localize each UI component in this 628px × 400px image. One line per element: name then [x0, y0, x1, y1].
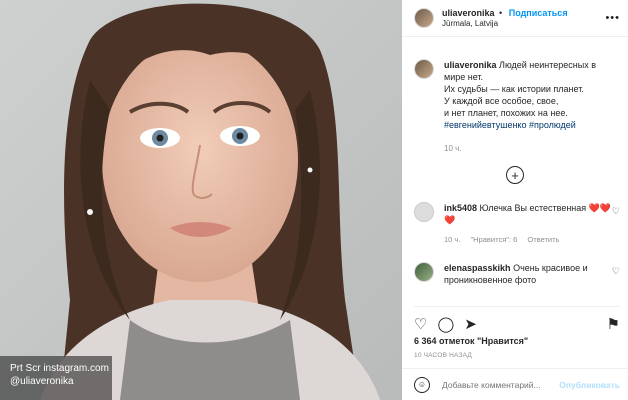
reply-button[interactable]: Ответить: [527, 235, 559, 244]
caption-line4: и нет планет, похожих на нее.: [444, 108, 568, 118]
more-horizontal-icon[interactable]: •••: [605, 12, 620, 24]
instagram-post-view: Prt Scr instagram.com @uliaveronika ulia…: [0, 0, 628, 400]
caption-time: 10 ч.: [444, 144, 462, 153]
caption-hashtags[interactable]: #евгенийевтушенко #пролюдей: [444, 120, 576, 130]
post-side-panel: uliaveronika • Подписаться Jūrmala, Latv…: [402, 0, 628, 400]
comment-bubble-icon[interactable]: ◯: [437, 317, 454, 332]
caption-line3: У каждой все особое, свое,: [444, 96, 559, 106]
photo-credit-line1: Prt Scr instagram.com: [10, 363, 109, 374]
post-location[interactable]: Jūrmala, Latvija: [442, 19, 605, 28]
comment-likes[interactable]: "Нравится": 6: [471, 235, 518, 244]
comment-username[interactable]: elenaspasskikh: [444, 263, 511, 273]
photo-credit-line2: @uliaveronika: [10, 376, 74, 387]
caption-avatar[interactable]: [414, 59, 434, 79]
plus-circle-icon[interactable]: +: [506, 166, 524, 184]
comment-body: ink5408 Юлечка Вы естественная ❤️❤️❤️ 10…: [444, 202, 612, 246]
comment-time: 10 ч.: [444, 235, 461, 244]
like-heart-icon[interactable]: ♡: [414, 317, 427, 332]
comment-body: elenaspasskikh Очень красивое и проникно…: [444, 262, 612, 286]
bookmark-icon[interactable]: ⚑: [607, 317, 620, 332]
caption-username[interactable]: uliaveronika: [444, 60, 497, 70]
author-username[interactable]: uliaveronika: [442, 8, 495, 18]
comment-like-heart-icon[interactable]: ♡: [612, 266, 620, 286]
comment-avatar[interactable]: [414, 202, 434, 222]
comment-avatar[interactable]: [414, 262, 434, 282]
posted-ago: 10 ЧАСОВ НАЗАД: [414, 352, 472, 359]
add-comment-input[interactable]: [440, 378, 560, 391]
caption-text: uliaveronika Людей неинтересных в мире н…: [444, 59, 618, 155]
post-photo[interactable]: Prt Scr instagram.com @uliaveronika: [0, 0, 402, 400]
author-meta: uliaveronika • Подписаться Jūrmala, Latv…: [442, 8, 605, 28]
post-caption: uliaveronika Людей неинтересных в мире н…: [402, 37, 628, 155]
comment-text: Юлечка Вы естественная: [479, 203, 587, 213]
comment-item: ink5408 Юлечка Вы естественная ❤️❤️❤️ 10…: [414, 202, 620, 246]
share-send-icon[interactable]: ➤: [464, 317, 477, 332]
comment-item: elenaspasskikh Очень красивое и проникно…: [414, 262, 620, 286]
post-actions-bar: ♡ ◯ ➤ ⚑: [414, 306, 620, 335]
post-header: uliaveronika • Подписаться Jūrmala, Latv…: [402, 0, 628, 37]
author-avatar[interactable]: [414, 8, 434, 28]
publish-button[interactable]: Опубликовать: [559, 380, 620, 390]
separator-dot: •: [499, 8, 503, 18]
portrait-image: [40, 3, 380, 400]
comment-like-heart-icon[interactable]: ♡: [612, 206, 620, 246]
add-comment-bar: ☺ Опубликовать: [402, 368, 628, 400]
likes-count[interactable]: 6 364 отметок "Нравится": [414, 336, 528, 346]
comment-username[interactable]: ink5408: [444, 203, 477, 213]
photo-credit: Prt Scr instagram.com @uliaveronika: [0, 356, 112, 400]
caption-line2: Их судьбы — как истории планет.: [444, 84, 584, 94]
comment-meta: 10 ч. "Нравится": 6 Ответить: [444, 234, 612, 246]
follow-button[interactable]: Подписаться: [509, 8, 568, 18]
emoji-smile-icon[interactable]: ☺: [414, 376, 430, 393]
